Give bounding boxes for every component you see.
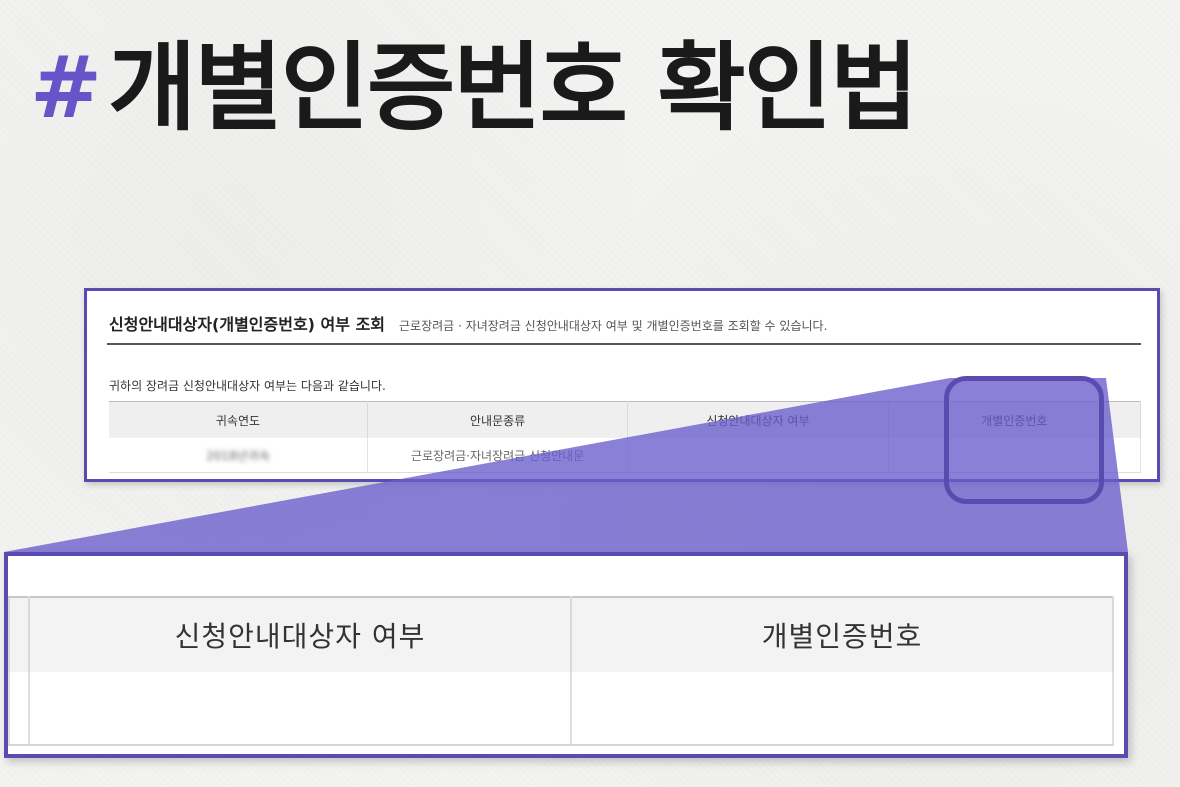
zoom-table: 신청안내대상자 여부 개별인증번호 [8,596,1114,746]
zoom-header-row: 신청안내대상자 여부 개별인증번호 [8,596,1114,672]
hashtag-icon: # [30,38,103,138]
column-header-eligibility: 신청안내대상자 여부 [627,401,889,438]
zoom-column-header-auth-number: 개별인증번호 [570,596,1114,672]
zoom-cell-edge [8,672,30,746]
zoom-column-edge [8,596,30,672]
card-title: 신청안내대상자(개별인증번호) 여부 조회 [109,315,386,334]
highlight-ring [944,376,1104,504]
card-description: 근로장려금 · 자녀장려금 신청안내대상자 여부 및 개별인증번호를 조회할 수… [399,319,828,333]
zoom-column-header-eligibility: 신청안내대상자 여부 [28,596,572,672]
zoom-cell-auth-number [570,672,1114,746]
table-row [8,672,1114,746]
cell-year: 2018년귀속 [109,438,368,473]
cell-eligibility [627,438,889,473]
cell-notice-type: 근로장려금·자녀장려금 신청안내문 [367,438,629,473]
card-subtitle: 귀하의 장려금 신청안내대상자 여부는 다음과 같습니다. [109,379,386,393]
card-divider [107,343,1141,345]
headline: # 개별인증번호 확인법 [30,28,918,148]
zoom-panel: 신청안내대상자 여부 개별인증번호 [4,552,1128,758]
headline-title: 개별인증번호 확인법 [108,32,918,144]
column-header-year: 귀속연도 [109,401,368,438]
zoom-cell-eligibility [28,672,572,746]
column-header-notice-type: 안내문종류 [367,401,629,438]
card-header: 신청안내대상자(개별인증번호) 여부 조회 근로장려금 · 자녀장려금 신청안내… [109,311,1135,339]
